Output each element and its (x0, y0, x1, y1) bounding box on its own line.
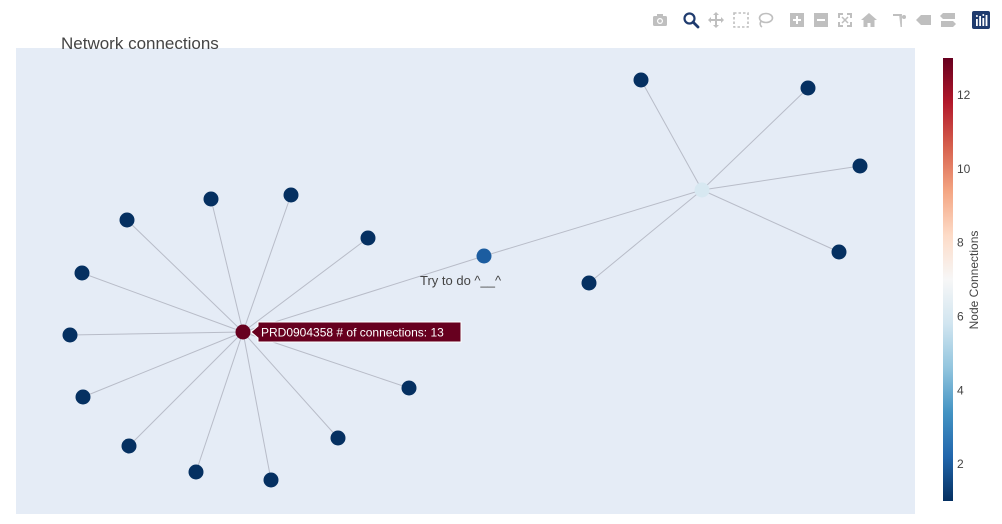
zoom-out-icon[interactable] (811, 10, 831, 30)
node-a9[interactable] (188, 464, 204, 480)
node-b1[interactable] (633, 72, 649, 88)
node-a8[interactable] (121, 438, 137, 454)
hover-label-text: PRD0904358 # of connections: 13 (261, 326, 444, 340)
hover-label: PRD0904358 # of connections: 13 (250, 321, 462, 343)
colorbar-tick-label: 8 (957, 236, 964, 250)
box-select-icon[interactable] (731, 10, 751, 30)
node-a12[interactable] (401, 380, 417, 396)
hover-compare-icon[interactable] (938, 10, 958, 30)
node-a10[interactable] (263, 472, 279, 488)
colorbar-title: Node Connections (967, 231, 981, 330)
annotation-text: Try to do ^__^ (420, 273, 502, 288)
node-bridge[interactable] (476, 248, 492, 264)
node-b3[interactable] (852, 158, 868, 174)
node-a2[interactable] (203, 191, 219, 207)
colorbar-gradient (943, 58, 953, 501)
autoscale-icon[interactable] (835, 10, 855, 30)
colorbar: 2 4 6 8 10 12 Node Connections (943, 58, 981, 501)
node-a5[interactable] (74, 265, 90, 281)
hover-closest-icon[interactable] (914, 10, 934, 30)
colorbar-tick-label: 12 (957, 88, 971, 102)
node-a3[interactable] (283, 187, 299, 203)
network-chart: Network connections Try to do ^__^ PRD09… (16, 34, 981, 514)
node-b2[interactable] (800, 80, 816, 96)
node-hubB[interactable] (694, 182, 710, 198)
node-hubA[interactable] (235, 324, 251, 340)
pan-icon[interactable] (706, 10, 726, 30)
node-a11[interactable] (330, 430, 346, 446)
node-a6[interactable] (62, 327, 78, 343)
home-icon[interactable] (859, 10, 879, 30)
node-a1[interactable] (119, 212, 135, 228)
spike-icon[interactable] (890, 10, 910, 30)
zoom-in-icon[interactable] (787, 10, 807, 30)
plotly-logo-icon[interactable] (971, 10, 991, 30)
node-b4[interactable] (831, 244, 847, 260)
chart-title: Network connections (61, 34, 219, 53)
camera-icon[interactable] (650, 10, 670, 30)
colorbar-tick-label: 6 (957, 309, 964, 323)
lasso-icon[interactable] (755, 10, 775, 30)
zoom-icon[interactable] (681, 10, 701, 30)
colorbar-tick-label: 4 (957, 383, 964, 397)
node-a4[interactable] (360, 230, 376, 246)
colorbar-tick-label: 2 (957, 457, 964, 471)
node-a7[interactable] (75, 389, 91, 405)
colorbar-tick-label: 10 (957, 162, 971, 176)
node-b5[interactable] (581, 275, 597, 291)
